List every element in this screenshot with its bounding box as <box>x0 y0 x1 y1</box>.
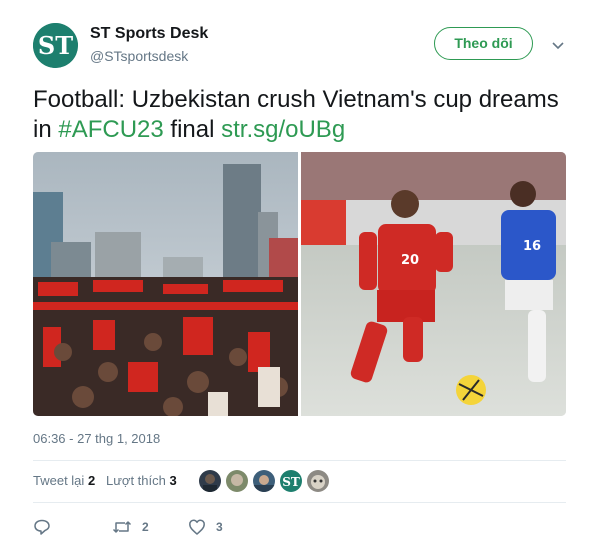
divider-bottom <box>33 502 566 503</box>
avatar-monogram: ST <box>38 31 73 60</box>
retweet-icon <box>112 518 132 536</box>
like-stat-count: 3 <box>169 473 177 488</box>
match-photo[interactable]: 20 16 <box>301 152 566 416</box>
account-avatar[interactable]: ST <box>33 23 78 68</box>
chevron-down-icon[interactable] <box>550 37 566 53</box>
liker-avatar[interactable] <box>253 470 275 492</box>
url-link[interactable]: str.sg/oUBg <box>221 116 345 143</box>
jersey-number-blue: 16 <box>523 239 541 254</box>
heart-icon <box>188 518 206 536</box>
liker-avatar[interactable]: ST <box>280 470 302 492</box>
tweet-media[interactable]: 20 16 <box>33 152 566 416</box>
liker-avatar[interactable] <box>226 470 248 492</box>
reply-icon <box>33 518 51 536</box>
liker-avatar[interactable] <box>199 470 221 492</box>
like-count: 3 <box>216 520 223 534</box>
crowd-photo[interactable] <box>33 152 298 416</box>
tweet-card: ST ST Sports Desk @STsportsdesk Theo dõi… <box>0 0 600 557</box>
retweet-stat[interactable]: Tweet lại 2 <box>33 473 95 488</box>
retweet-stat-label: Tweet lại <box>33 473 85 488</box>
follow-button[interactable]: Theo dõi <box>434 27 533 60</box>
jersey-number-red: 20 <box>401 253 419 268</box>
hashtag-link[interactable]: #AFCU23 <box>58 116 163 143</box>
like-button[interactable]: 3 <box>188 517 223 537</box>
liker-avatar-monogram: ST <box>282 475 300 489</box>
liker-avatar[interactable] <box>307 470 329 492</box>
like-stat[interactable]: Lượt thích 3 <box>106 473 177 488</box>
retweet-count: 2 <box>142 520 149 534</box>
tweet-timestamp[interactable]: 06:36 - 27 thg 1, 2018 <box>33 431 160 446</box>
tweet-text: Football: Uzbekistan crush Vietnam's cup… <box>33 85 573 145</box>
reply-button[interactable] <box>33 517 51 537</box>
like-stat-label: Lượt thích <box>106 473 166 488</box>
tweet-text-middle: final <box>163 116 222 143</box>
retweet-button[interactable]: 2 <box>112 517 149 537</box>
divider-top <box>33 460 566 461</box>
retweet-stat-count: 2 <box>87 473 96 488</box>
account-handle[interactable]: @STsportsdesk <box>90 48 188 64</box>
account-name[interactable]: ST Sports Desk <box>90 25 208 43</box>
